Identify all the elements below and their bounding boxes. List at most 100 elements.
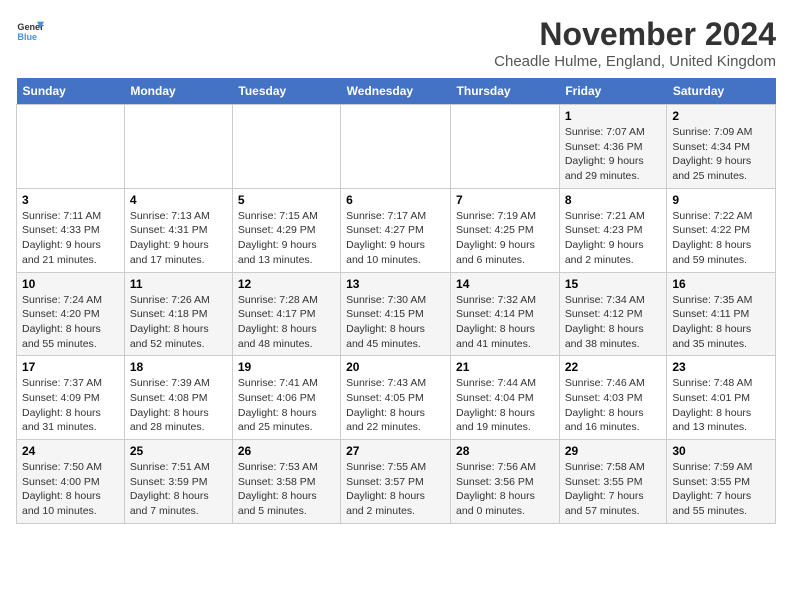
week-row-3: 10Sunrise: 7:24 AM Sunset: 4:20 PM Dayli… (17, 272, 776, 356)
calendar-cell: 4 Sunrise: 7:13 AM Sunset: 4:31 PM Daylig… (124, 188, 232, 272)
calendar-cell: 15Sunrise: 7:34 AM Sunset: 4:12 PM Dayli… (559, 272, 667, 356)
cell-content: Sunrise: 7:28 AM Sunset: 4:17 PM Dayligh… (238, 293, 335, 352)
day-number: 14 (456, 277, 554, 291)
day-number: 24 (22, 444, 119, 458)
calendar-cell: 29 Sunrise: 7:58 AM Sunset: 3:55 PM Dayli… (559, 440, 667, 524)
calendar-cell: 26Sunrise: 7:53 AM Sunset: 3:58 PM Dayli… (232, 440, 340, 524)
day-number: 1 (565, 109, 662, 123)
day-number: 20 (346, 360, 445, 374)
calendar-cell: 13 Sunrise: 7:30 AM Sunset: 4:15 PM Dayli… (341, 272, 451, 356)
calendar-cell: 7Sunrise: 7:19 AM Sunset: 4:25 PM Daylig… (451, 188, 560, 272)
calendar-cell: 22Sunrise: 7:46 AM Sunset: 4:03 PM Dayli… (559, 356, 667, 440)
cell-content: Sunrise: 7:46 AM Sunset: 4:03 PM Dayligh… (565, 376, 662, 435)
cell-content: Sunrise: 7:41 AM Sunset: 4:06 PM Dayligh… (238, 376, 335, 435)
day-number: 21 (456, 360, 554, 374)
calendar-table: SundayMondayTuesdayWednesdayThursdayFrid… (16, 78, 776, 524)
calendar-cell (451, 105, 560, 189)
day-number: 23 (672, 360, 770, 374)
cell-content: Sunrise: 7:17 AM Sunset: 4:27 PM Dayligh… (346, 209, 445, 268)
calendar-cell (124, 105, 232, 189)
column-header-thursday: Thursday (451, 78, 560, 105)
month-title: November 2024 (494, 16, 776, 53)
calendar-cell: 11 Sunrise: 7:26 AM Sunset: 4:18 PM Dayli… (124, 272, 232, 356)
calendar-cell: 10Sunrise: 7:24 AM Sunset: 4:20 PM Dayli… (17, 272, 125, 356)
cell-content: Sunrise: 7:21 AM Sunset: 4:23 PM Dayligh… (565, 209, 662, 268)
calendar-cell: 23Sunrise: 7:48 AM Sunset: 4:01 PM Dayli… (667, 356, 776, 440)
day-number: 28 (456, 444, 554, 458)
day-number: 6 (346, 193, 445, 207)
calendar-cell: 18Sunrise: 7:39 AM Sunset: 4:08 PM Dayli… (124, 356, 232, 440)
calendar-cell: 2Sunrise: 7:09 AM Sunset: 4:34 PM Daylig… (667, 105, 776, 189)
logo: General Blue (16, 16, 44, 44)
cell-content: Sunrise: 7:22 AM Sunset: 4:22 PM Dayligh… (672, 209, 770, 268)
cell-content: Sunrise: 7:56 AM Sunset: 3:56 PM Dayligh… (456, 460, 554, 519)
calendar-cell: 5 Sunrise: 7:15 AM Sunset: 4:29 PM Daylig… (232, 188, 340, 272)
cell-content: Sunrise: 7:43 AM Sunset: 4:05 PM Dayligh… (346, 376, 445, 435)
cell-content: Sunrise: 7:30 AM Sunset: 4:15 PM Dayligh… (346, 293, 445, 352)
day-number: 5 (238, 193, 335, 207)
calendar-cell (17, 105, 125, 189)
calendar-cell: 16 Sunrise: 7:35 AM Sunset: 4:11 PM Dayli… (667, 272, 776, 356)
cell-content: Sunrise: 7:11 AM Sunset: 4:33 PM Dayligh… (22, 209, 119, 268)
week-row-2: 3 Sunrise: 7:11 AM Sunset: 4:33 PM Daylig… (17, 188, 776, 272)
column-header-saturday: Saturday (667, 78, 776, 105)
cell-content: Sunrise: 7:35 AM Sunset: 4:11 PM Dayligh… (672, 293, 770, 352)
cell-content: Sunrise: 7:32 AM Sunset: 4:14 PM Dayligh… (456, 293, 554, 352)
location-subtitle: Cheadle Hulme, England, United Kingdom (494, 53, 776, 70)
cell-content: Sunrise: 7:34 AM Sunset: 4:12 PM Dayligh… (565, 293, 662, 352)
day-number: 25 (130, 444, 227, 458)
cell-content: Sunrise: 7:19 AM Sunset: 4:25 PM Dayligh… (456, 209, 554, 268)
day-number: 3 (22, 193, 119, 207)
cell-content: Sunrise: 7:39 AM Sunset: 4:08 PM Dayligh… (130, 376, 227, 435)
column-header-wednesday: Wednesday (341, 78, 451, 105)
day-number: 2 (672, 109, 770, 123)
cell-content: Sunrise: 7:59 AM Sunset: 3:55 PM Dayligh… (672, 460, 770, 519)
cell-content: Sunrise: 7:53 AM Sunset: 3:58 PM Dayligh… (238, 460, 335, 519)
calendar-cell: 27 Sunrise: 7:55 AM Sunset: 3:57 PM Dayli… (341, 440, 451, 524)
day-number: 30 (672, 444, 770, 458)
calendar-cell: 1 Sunrise: 7:07 AM Sunset: 4:36 PM Daylig… (559, 105, 667, 189)
cell-content: Sunrise: 7:15 AM Sunset: 4:29 PM Dayligh… (238, 209, 335, 268)
column-header-friday: Friday (559, 78, 667, 105)
calendar-header-row: SundayMondayTuesdayWednesdayThursdayFrid… (17, 78, 776, 105)
day-number: 19 (238, 360, 335, 374)
calendar-cell: 17Sunrise: 7:37 AM Sunset: 4:09 PM Dayli… (17, 356, 125, 440)
calendar-cell: 12 Sunrise: 7:28 AM Sunset: 4:17 PM Dayli… (232, 272, 340, 356)
day-number: 27 (346, 444, 445, 458)
day-number: 8 (565, 193, 662, 207)
day-number: 29 (565, 444, 662, 458)
day-number: 13 (346, 277, 445, 291)
cell-content: Sunrise: 7:58 AM Sunset: 3:55 PM Dayligh… (565, 460, 662, 519)
calendar-cell: 24 Sunrise: 7:50 AM Sunset: 4:00 PM Dayli… (17, 440, 125, 524)
week-row-5: 24 Sunrise: 7:50 AM Sunset: 4:00 PM Dayli… (17, 440, 776, 524)
day-number: 4 (130, 193, 227, 207)
calendar-cell: 14 Sunrise: 7:32 AM Sunset: 4:14 PM Dayli… (451, 272, 560, 356)
day-number: 10 (22, 277, 119, 291)
cell-content: Sunrise: 7:37 AM Sunset: 4:09 PM Dayligh… (22, 376, 119, 435)
calendar-cell: 21 Sunrise: 7:44 AM Sunset: 4:04 PM Dayli… (451, 356, 560, 440)
calendar-cell: 8 Sunrise: 7:21 AM Sunset: 4:23 PM Daylig… (559, 188, 667, 272)
column-header-sunday: Sunday (17, 78, 125, 105)
cell-content: Sunrise: 7:07 AM Sunset: 4:36 PM Dayligh… (565, 125, 662, 184)
week-row-1: 1 Sunrise: 7:07 AM Sunset: 4:36 PM Daylig… (17, 105, 776, 189)
cell-content: Sunrise: 7:44 AM Sunset: 4:04 PM Dayligh… (456, 376, 554, 435)
cell-content: Sunrise: 7:55 AM Sunset: 3:57 PM Dayligh… (346, 460, 445, 519)
cell-content: Sunrise: 7:26 AM Sunset: 4:18 PM Dayligh… (130, 293, 227, 352)
header: General Blue November 2024 Cheadle Hulme… (16, 16, 776, 70)
column-header-tuesday: Tuesday (232, 78, 340, 105)
title-area: November 2024 Cheadle Hulme, England, Un… (494, 16, 776, 70)
cell-content: Sunrise: 7:50 AM Sunset: 4:00 PM Dayligh… (22, 460, 119, 519)
cell-content: Sunrise: 7:13 AM Sunset: 4:31 PM Dayligh… (130, 209, 227, 268)
logo-icon: General Blue (16, 16, 44, 44)
week-row-4: 17Sunrise: 7:37 AM Sunset: 4:09 PM Dayli… (17, 356, 776, 440)
day-number: 12 (238, 277, 335, 291)
day-number: 16 (672, 277, 770, 291)
day-number: 11 (130, 277, 227, 291)
column-header-monday: Monday (124, 78, 232, 105)
calendar-cell: 28 Sunrise: 7:56 AM Sunset: 3:56 PM Dayli… (451, 440, 560, 524)
calendar-cell: 25Sunrise: 7:51 AM Sunset: 3:59 PM Dayli… (124, 440, 232, 524)
svg-text:Blue: Blue (17, 32, 37, 42)
calendar-cell: 3 Sunrise: 7:11 AM Sunset: 4:33 PM Daylig… (17, 188, 125, 272)
calendar-cell: 6 Sunrise: 7:17 AM Sunset: 4:27 PM Daylig… (341, 188, 451, 272)
calendar-cell (341, 105, 451, 189)
